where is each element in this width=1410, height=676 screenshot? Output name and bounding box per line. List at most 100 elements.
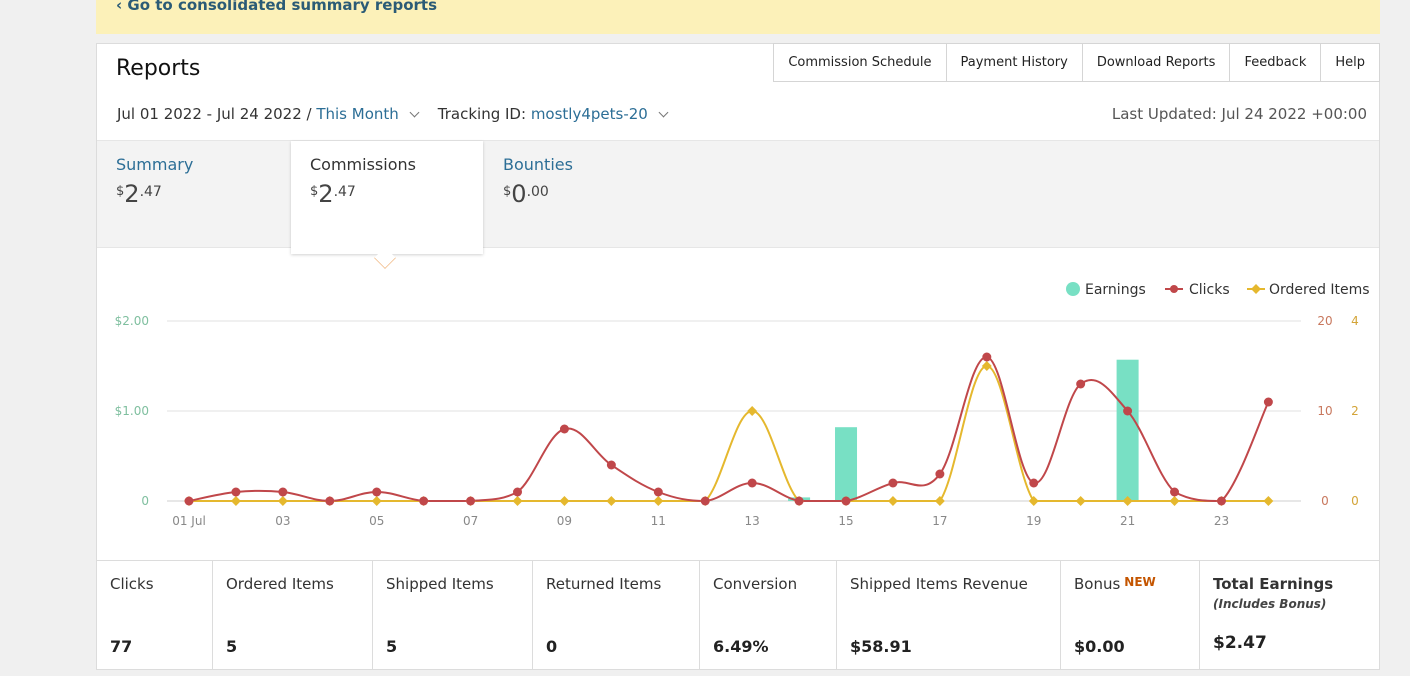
earnings-chart: 0 $1.00 $2.00 0 10 20 0 2 4 01 Jul 03 05 07 09 11 13 15 1… xyxy=(115,282,1370,528)
last-updated: Last Updated: Jul 24 2022 +00:00 xyxy=(1111,105,1367,123)
legend-clicks-label: Clicks xyxy=(1189,282,1230,298)
y-tick-label-right-items: 4 xyxy=(1351,314,1359,328)
y-tick-label-left: $2.00 xyxy=(115,314,149,328)
ordered-items-point xyxy=(277,496,288,506)
stat-label: Returned Items xyxy=(546,575,662,593)
metric-label: Summary xyxy=(116,155,194,174)
y-tick-label-right-clicks: 20 xyxy=(1317,314,1332,328)
stat-label: Conversion xyxy=(713,575,798,593)
tab-commission-schedule[interactable]: Commission Schedule xyxy=(773,43,946,82)
metric-tab-bounties[interactable]: Bounties $0.00 xyxy=(484,141,676,249)
x-tick-label: 21 xyxy=(1120,514,1135,528)
earnings-bar xyxy=(1116,359,1139,501)
clicks-point xyxy=(653,487,663,497)
tab-help[interactable]: Help xyxy=(1320,43,1380,82)
chevron-down-icon[interactable] xyxy=(409,107,420,117)
y-tick-label-left: $1.00 xyxy=(115,404,149,418)
clicks-point xyxy=(1029,478,1039,488)
metric-value: $0.00 xyxy=(503,180,549,208)
clicks-point xyxy=(982,352,992,362)
clicks-point xyxy=(606,460,616,470)
tab-feedback[interactable]: Feedback xyxy=(1229,43,1321,82)
reports-card: Reports Commission Schedule Payment Hist… xyxy=(96,43,1380,670)
stat-value: $0.00 xyxy=(1074,637,1125,656)
metric-tab-commissions[interactable]: Commissions $2.47 xyxy=(291,141,483,254)
ordered-items-point xyxy=(606,496,617,506)
clicks-point xyxy=(559,424,569,434)
metric-value: $2.47 xyxy=(116,180,162,208)
x-tick-label: 01 Jul xyxy=(172,514,206,528)
stat-value: $2.47 xyxy=(1213,633,1267,653)
clicks-point xyxy=(841,496,851,506)
clicks-point xyxy=(1123,406,1133,416)
tracking-label: Tracking ID: xyxy=(437,105,527,123)
x-tick-label: 15 xyxy=(838,514,853,528)
x-tick-label: 17 xyxy=(932,514,947,528)
x-tick-label: 05 xyxy=(369,514,384,528)
clicks-point xyxy=(935,469,945,479)
stat-value: $58.91 xyxy=(850,637,912,656)
y-tick-label-right-items: 2 xyxy=(1351,404,1359,418)
ordered-items-point xyxy=(1169,496,1180,506)
chevron-down-icon[interactable] xyxy=(658,107,669,117)
clicks-point xyxy=(466,496,476,506)
stat-note: (Includes Bonus) xyxy=(1213,597,1327,611)
stat-value: 77 xyxy=(110,637,133,656)
clicks-point xyxy=(513,487,523,497)
stat-label: Ordered Items xyxy=(226,575,334,593)
clicks-line xyxy=(188,355,1270,503)
page-title: Reports xyxy=(116,56,201,81)
stat-value: 5 xyxy=(386,637,398,656)
clicks-point xyxy=(184,496,194,506)
ordered-items-point xyxy=(559,496,570,506)
new-badge: NEW xyxy=(1124,575,1156,589)
clicks-point xyxy=(1170,487,1180,497)
y-tick-label-right-clicks: 10 xyxy=(1317,404,1332,418)
clicks-point xyxy=(1076,379,1086,389)
consolidated-reports-link[interactable]: ‹ Go to consolidated summary reports xyxy=(116,0,437,14)
clicks-point xyxy=(231,487,241,497)
ordered-items-point xyxy=(230,496,241,506)
stat-label: Shipped Items Revenue xyxy=(850,575,1028,593)
period-dropdown[interactable]: This Month xyxy=(316,105,398,123)
y-tick-label-left: 0 xyxy=(141,494,149,508)
x-tick-label: 11 xyxy=(651,514,666,528)
x-tick-label: 03 xyxy=(275,514,290,528)
legend-items-label: Ordered Items xyxy=(1269,282,1370,298)
stat-bonus: Bonus NEW $0.00 xyxy=(1061,561,1200,670)
stat-value: 6.49% xyxy=(713,637,769,656)
x-tick-label: 09 xyxy=(557,514,572,528)
legend-earnings-label: Earnings xyxy=(1085,282,1146,298)
stat-conversion: Conversion 6.49% xyxy=(700,561,837,670)
metric-value: $2.47 xyxy=(310,180,356,208)
y-tick-label-right-items: 0 xyxy=(1351,494,1359,508)
clicks-point xyxy=(888,478,898,488)
ordered-items-point xyxy=(1028,496,1039,506)
ordered-items-point xyxy=(371,496,382,506)
stat-label: Bonus NEW xyxy=(1074,575,1156,593)
metric-tab-summary[interactable]: Summary $2.47 xyxy=(97,141,289,249)
clicks-point xyxy=(794,496,804,506)
legend-earnings-marker xyxy=(1066,282,1080,296)
tab-payment-history[interactable]: Payment History xyxy=(945,43,1082,82)
stat-label: Clicks xyxy=(110,575,154,593)
earnings-bar xyxy=(835,427,858,501)
stat-label: Shipped Items xyxy=(386,575,494,593)
clicks-point xyxy=(1216,496,1226,506)
ordered-items-point xyxy=(653,496,664,506)
clicks-point xyxy=(747,478,757,488)
tab-download-reports[interactable]: Download Reports xyxy=(1081,43,1230,82)
x-tick-label: 19 xyxy=(1026,514,1041,528)
stat-returned-items: Returned Items 0 xyxy=(533,561,700,670)
ordered-items-point xyxy=(747,406,758,416)
metric-tabs: Summary $2.47 Commissions $2.47 Bounties… xyxy=(97,140,1379,254)
legend-clicks-marker xyxy=(1170,285,1178,293)
clicks-point xyxy=(325,496,335,506)
x-tick-label: 13 xyxy=(745,514,760,528)
ordered-items-point xyxy=(888,496,898,506)
metric-label: Commissions xyxy=(310,155,416,174)
tracking-id-dropdown[interactable]: mostly4pets-20 xyxy=(531,105,648,123)
x-tick-label: 23 xyxy=(1214,514,1229,528)
stat-total-earnings: Total Earnings (Includes Bonus) $2.47 xyxy=(1200,561,1379,670)
ordered-items-point xyxy=(934,496,945,506)
